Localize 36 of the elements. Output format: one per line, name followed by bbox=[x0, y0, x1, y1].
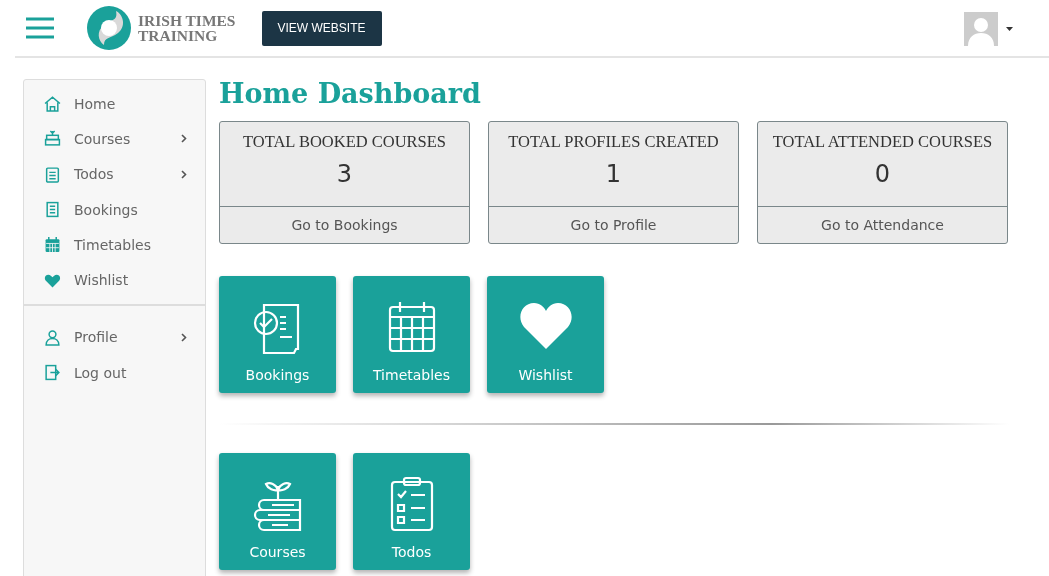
user-icon bbox=[44, 328, 61, 346]
sidebar-item[interactable]: Log out bbox=[24, 355, 205, 391]
page-title: Home Dashboard bbox=[219, 79, 482, 111]
shortcut-tile[interactable]: Courses bbox=[219, 453, 336, 570]
logo-text: IRISH TIMES TRAINING bbox=[138, 13, 236, 43]
house-icon bbox=[44, 95, 61, 113]
shortcut-tile[interactable]: Timetables bbox=[353, 276, 470, 393]
sidebar-item[interactable]: Bookings bbox=[24, 191, 205, 228]
clipboard-icon bbox=[44, 165, 61, 183]
stat-title: TOTAL PROFILES CREATED bbox=[508, 132, 719, 152]
books-icon bbox=[44, 130, 61, 148]
sidebar-item[interactable]: Profile bbox=[24, 319, 205, 356]
logo-icon bbox=[86, 5, 132, 51]
view-website-button[interactable]: VIEW WEBSITE bbox=[261, 10, 382, 46]
receipt-icon bbox=[44, 201, 61, 219]
calendar-icon bbox=[44, 236, 61, 254]
shortcut-tile[interactable]: Wishlist bbox=[487, 276, 604, 393]
sidebar-item[interactable]: Home bbox=[24, 86, 205, 122]
stat-link[interactable]: Go to Bookings bbox=[220, 207, 469, 243]
shortcut-tile[interactable]: Bookings bbox=[219, 276, 336, 393]
caret-icon[interactable] bbox=[1006, 27, 1013, 31]
sidebar-item[interactable]: Todos bbox=[24, 156, 205, 192]
stat-title: TOTAL BOOKED COURSES bbox=[242, 132, 447, 152]
stat-value: 3 bbox=[336, 160, 353, 188]
stat-link[interactable]: Go to Profile bbox=[489, 207, 738, 243]
logout-icon bbox=[44, 364, 61, 382]
sidebar-item[interactable]: Courses bbox=[24, 121, 205, 157]
stat-link[interactable]: Go to Attendance bbox=[758, 207, 1007, 243]
stat-value: 0 bbox=[874, 160, 891, 188]
sidebar-item[interactable]: Wishlist bbox=[24, 262, 205, 298]
avatar-icon[interactable] bbox=[964, 12, 998, 46]
sidebar-item[interactable]: Timetables bbox=[24, 227, 205, 263]
shortcut-tile[interactable]: Todos bbox=[353, 453, 470, 570]
stat-title: TOTAL ATTENDED COURSES bbox=[772, 132, 993, 152]
stat-value: 1 bbox=[605, 160, 622, 188]
menu-icon[interactable] bbox=[26, 17, 54, 39]
